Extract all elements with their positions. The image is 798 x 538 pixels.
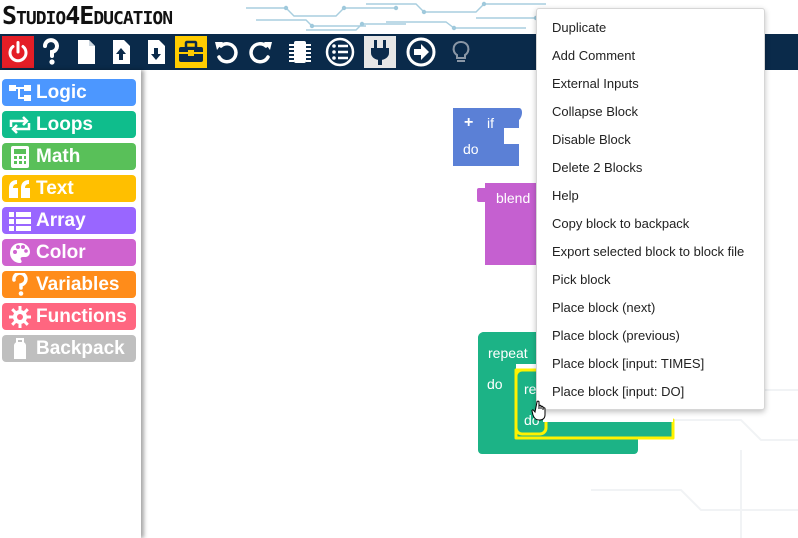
if-plus-icon[interactable]: +: [464, 114, 473, 132]
checklist-button[interactable]: [324, 36, 356, 68]
app-logo: Studio4Education: [2, 1, 173, 30]
question-icon: [6, 271, 34, 298]
help-icon: [43, 38, 59, 65]
lightbulb-button[interactable]: [445, 36, 477, 68]
category-label: Variables: [36, 273, 120, 295]
app-window: Studio4Education Logic Loops Math Text A…: [0, 0, 798, 538]
category-label: Math: [36, 145, 81, 167]
upload-icon: [113, 40, 130, 64]
download-icon: [148, 40, 165, 64]
redo-icon: [249, 42, 272, 64]
loops-icon: [6, 111, 34, 138]
power-icon: [8, 41, 28, 63]
menu-item-collapse-block[interactable]: Collapse Block: [537, 98, 764, 126]
menu-item-add-comment[interactable]: Add Comment: [537, 42, 764, 70]
menu-item-place-previous[interactable]: Place block (previous): [537, 322, 764, 350]
if-label: if: [487, 115, 494, 131]
block-context-menu: Duplicate Add Comment External Inputs Co…: [536, 8, 765, 410]
palette-icon: [6, 239, 34, 266]
calculator-icon: [6, 143, 34, 170]
new-file-button[interactable]: [70, 36, 102, 68]
category-logic[interactable]: Logic: [2, 79, 136, 106]
category-functions[interactable]: Functions: [2, 303, 136, 330]
upload-button[interactable]: [105, 36, 137, 68]
hand-cursor-icon: [531, 400, 546, 421]
category-math[interactable]: Math: [2, 143, 136, 170]
menu-item-place-input-times[interactable]: Place block [input: TIMES]: [537, 350, 764, 378]
category-array[interactable]: Array: [2, 207, 136, 234]
category-backpack[interactable]: Backpack: [2, 335, 136, 362]
menu-item-external-inputs[interactable]: External Inputs: [537, 70, 764, 98]
category-variables[interactable]: Variables: [2, 271, 136, 298]
toolbox-button[interactable]: [175, 36, 207, 68]
category-color[interactable]: Color: [2, 239, 136, 266]
repeat-label: repeat: [488, 345, 528, 361]
checklist-icon: [325, 37, 355, 67]
toolbox-icon: [179, 40, 203, 62]
help-button[interactable]: [35, 36, 67, 68]
inner-block-label: re: [524, 381, 537, 397]
category-label: Backpack: [36, 337, 125, 359]
gear-icon: [6, 303, 34, 330]
category-label: Logic: [36, 81, 87, 103]
chip-icon: [289, 41, 311, 63]
category-label: Array: [36, 209, 86, 231]
toolbox-panel: Logic Loops Math Text Array Color Variab…: [0, 70, 141, 538]
menu-item-place-next[interactable]: Place block (next): [537, 294, 764, 322]
backpack-icon: [6, 335, 34, 362]
category-label: Color: [36, 241, 86, 263]
download-button[interactable]: [140, 36, 172, 68]
repeat-do-label: do: [487, 376, 503, 392]
category-text[interactable]: Text: [2, 175, 136, 202]
logic-icon: [6, 79, 34, 106]
menu-item-disable-block[interactable]: Disable Block: [537, 126, 764, 154]
redo-button[interactable]: [245, 36, 277, 68]
list-icon: [6, 207, 34, 234]
menu-item-copy-to-backpack[interactable]: Copy block to backpack: [537, 210, 764, 238]
menu-item-help[interactable]: Help: [537, 182, 764, 210]
export-button[interactable]: [405, 36, 437, 68]
export-arrow-icon: [406, 37, 436, 67]
plug-icon: [371, 40, 389, 65]
circuit-decoration: [246, 1, 546, 31]
plug-button[interactable]: [364, 36, 396, 68]
menu-item-export-block-file[interactable]: Export selected block to block file: [537, 238, 764, 266]
category-label: Text: [36, 177, 74, 199]
chip-button[interactable]: [284, 36, 316, 68]
undo-button[interactable]: [210, 36, 242, 68]
category-label: Loops: [36, 113, 93, 135]
lightbulb-icon: [452, 41, 470, 62]
if-do-label: do: [463, 141, 479, 157]
menu-item-duplicate[interactable]: Duplicate: [537, 14, 764, 42]
new-file-icon: [78, 40, 95, 64]
power-button[interactable]: [2, 36, 34, 68]
category-loops[interactable]: Loops: [2, 111, 136, 138]
quote-icon: [6, 175, 34, 202]
category-label: Functions: [36, 305, 127, 327]
undo-icon: [215, 42, 238, 64]
menu-item-place-input-do[interactable]: Place block [input: DO]: [537, 378, 764, 406]
blend-label: blend: [496, 190, 531, 206]
menu-item-pick-block[interactable]: Pick block: [537, 266, 764, 294]
menu-item-delete-blocks[interactable]: Delete 2 Blocks: [537, 154, 764, 182]
